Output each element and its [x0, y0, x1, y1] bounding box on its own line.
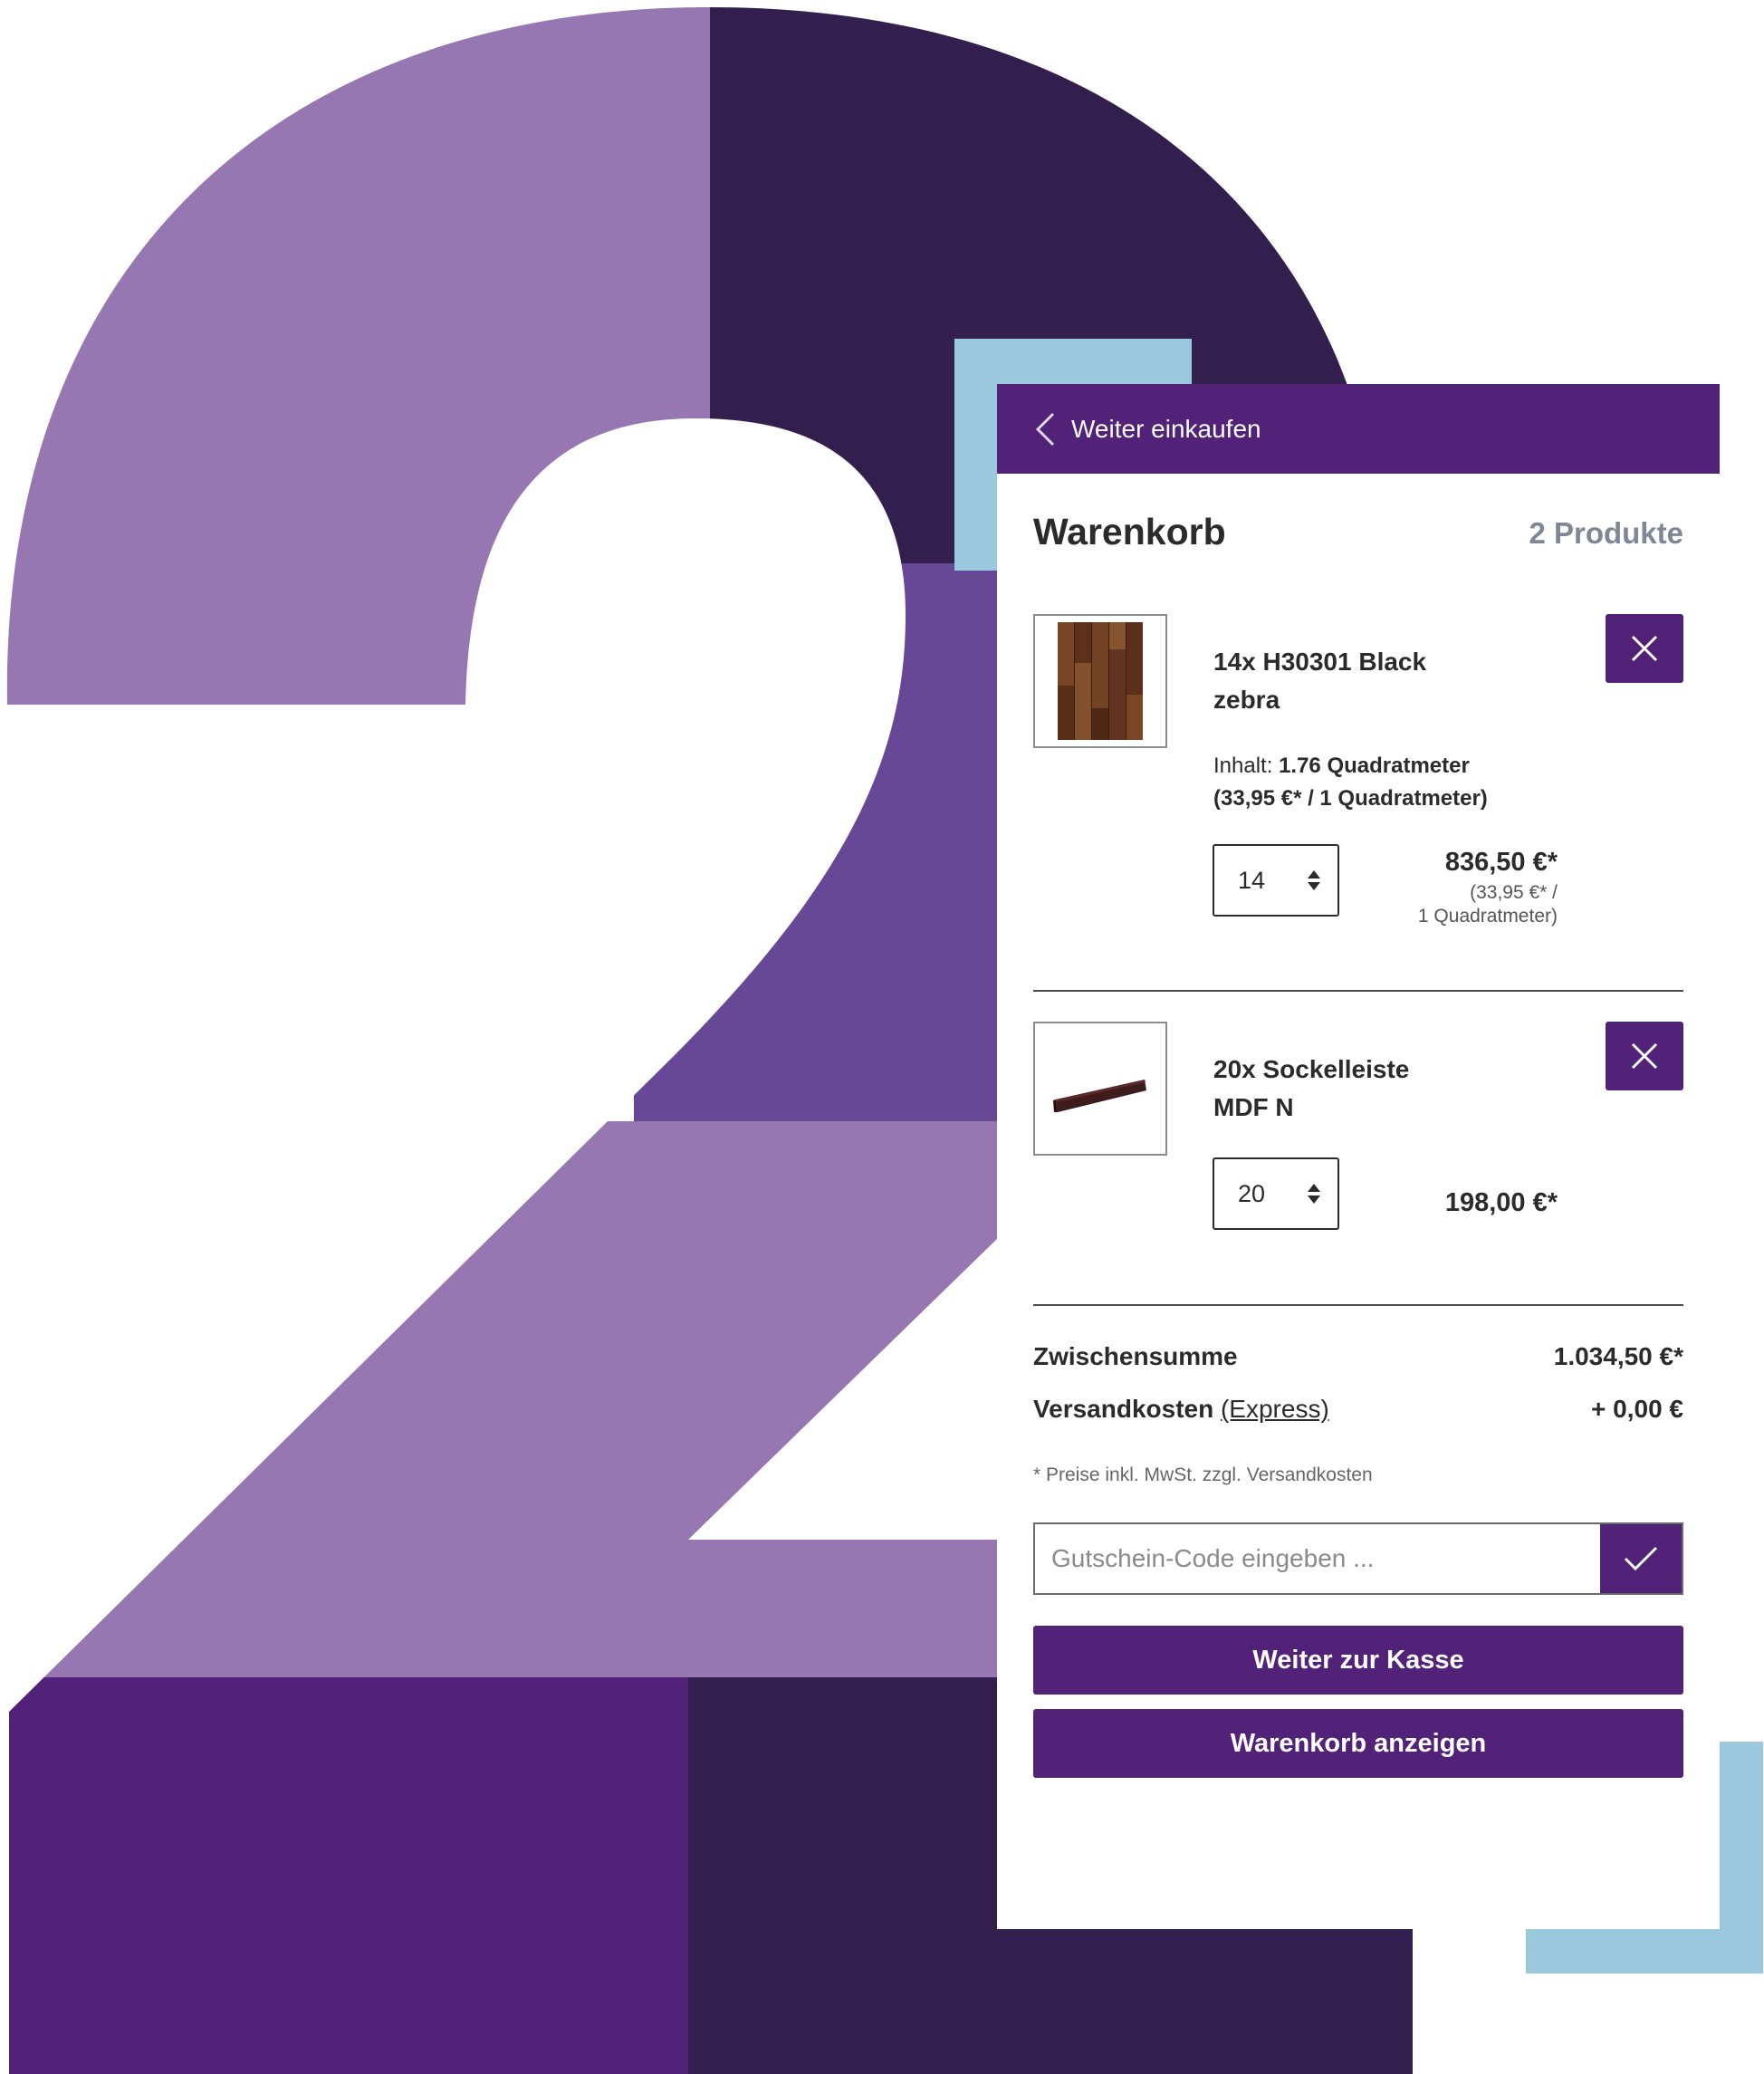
checkmark-icon — [1624, 1546, 1658, 1571]
checkout-button[interactable]: Weiter zur Kasse — [1033, 1626, 1683, 1695]
unit-price-line2: 1 Quadratmeter) — [1417, 906, 1558, 927]
shipping-method-link[interactable]: (Express) — [1221, 1395, 1329, 1423]
unit-price-line1: (33,95 €* / — [1470, 882, 1558, 903]
continue-shopping-label: Weiter einkaufen — [1071, 414, 1261, 443]
shipping-label-row: Versandkosten (Express) — [1033, 1395, 1329, 1424]
subtotal-value: 1.034,50 €* — [1553, 1342, 1683, 1370]
content-label: Inhalt: — [1213, 754, 1273, 778]
cart-panel: Weiter einkaufen Warenkorb 2 Produkte 14… — [997, 384, 1720, 1929]
content-value: 1.76 Quadratmeter — [1279, 754, 1470, 778]
item-total-price: 836,50 €* — [1444, 848, 1558, 877]
item-divider — [1033, 990, 1683, 992]
cart-title: Warenkorb — [1033, 511, 1226, 552]
remove-item-button[interactable] — [1606, 614, 1683, 683]
skirting-board-image — [1053, 1080, 1146, 1112]
sort-arrows-icon — [1308, 1184, 1320, 1204]
product-name-line2: MDF N — [1213, 1093, 1294, 1121]
cart-product-count: 2 Produkte — [1529, 516, 1683, 550]
remove-item-button[interactable] — [1606, 1022, 1683, 1090]
shipping-label: Versandkosten — [1033, 1395, 1214, 1423]
product-content-info: Inhalt: 1.76 Quadratmeter (33,95 €* / 1 … — [1213, 750, 1594, 815]
quantity-value: 20 — [1238, 1179, 1266, 1207]
quantity-select[interactable]: 20 — [1213, 1157, 1339, 1230]
subtotal-label: Zwischensumme — [1033, 1342, 1238, 1370]
show-cart-button[interactable]: Warenkorb anzeigen — [1033, 1709, 1683, 1778]
product-image-skirting[interactable] — [1033, 1022, 1167, 1156]
content-unit-price: (33,95 €* / 1 Quadratmeter) — [1213, 786, 1488, 811]
product-name-line1: 14x H30301 Black — [1213, 648, 1427, 676]
chevron-left-icon — [1035, 412, 1055, 446]
sort-arrows-icon — [1308, 870, 1320, 890]
product-name-line1: 20x Sockelleiste — [1213, 1055, 1410, 1083]
voucher-code-input[interactable] — [1035, 1524, 1600, 1593]
shipping-value: + 0,00 € — [1591, 1395, 1683, 1423]
close-icon — [1631, 1042, 1658, 1070]
tax-note: * Preise inkl. MwSt. zzgl. Versandkosten — [1033, 1464, 1373, 1485]
voucher-submit-button[interactable] — [1600, 1524, 1682, 1593]
voucher-form — [1033, 1522, 1683, 1595]
item-total-price: 198,00 €* — [1444, 1188, 1558, 1217]
laminate-image — [1058, 622, 1143, 740]
product-name-line2: zebra — [1213, 686, 1280, 714]
product-name-laminate[interactable]: 14x H30301 Black zebra — [1213, 643, 1485, 719]
summary-divider — [1033, 1304, 1683, 1306]
product-name-skirting[interactable]: 20x Sockelleiste MDF N — [1213, 1051, 1485, 1127]
quantity-value: 14 — [1238, 866, 1266, 894]
close-icon — [1631, 635, 1658, 662]
item-unit-price: (33,95 €* / 1 Quadratmeter) — [1418, 881, 1558, 928]
product-image-laminate[interactable] — [1033, 614, 1167, 748]
continue-shopping-link[interactable]: Weiter einkaufen — [997, 384, 1720, 474]
quantity-select[interactable]: 14 — [1213, 844, 1339, 917]
